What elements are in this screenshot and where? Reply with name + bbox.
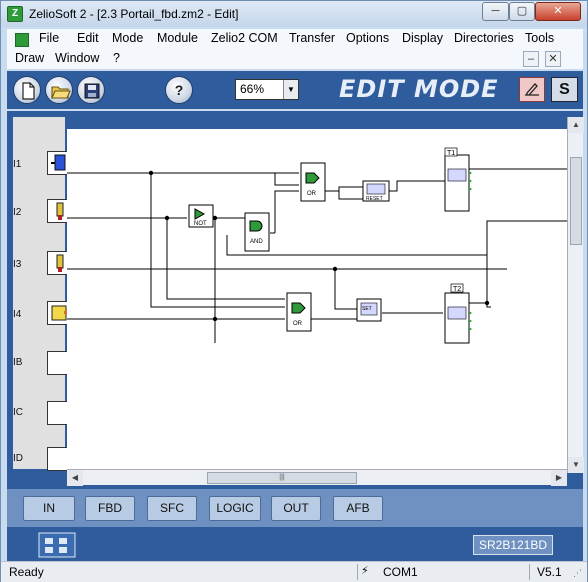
menu-mode[interactable]: Mode <box>112 31 143 45</box>
tab-logic[interactable]: LOGIC <box>209 496 261 521</box>
mdi-close-button[interactable]: ✕ <box>545 51 561 67</box>
input-label-ib: IB <box>13 357 23 368</box>
document-icon[interactable] <box>15 33 29 47</box>
tab-afb[interactable]: AFB <box>333 496 383 521</box>
scroll-up-icon[interactable]: ▲ <box>568 117 584 133</box>
minimize-button[interactable]: ─ <box>482 2 509 21</box>
not-block[interactable]: NOT <box>188 204 214 228</box>
and-block[interactable]: AND <box>244 212 270 252</box>
menu-bar: File Edit Mode Module Zelio2 COM Transfe… <box>7 29 583 69</box>
menu-display[interactable]: Display <box>402 31 443 45</box>
menu-help[interactable]: ? <box>113 51 120 65</box>
resize-grip-icon[interactable]: ⋰ <box>573 568 582 579</box>
vertical-scroll-thumb[interactable] <box>570 157 582 245</box>
menu-directories[interactable]: Directories <box>454 31 514 45</box>
set-block-label: SET <box>362 306 372 312</box>
edit-mode-icon[interactable] <box>519 77 545 102</box>
connection-plug-icon: ⚡ <box>361 565 369 577</box>
module-reference: SR2B121BD <box>473 535 553 555</box>
input-column: I1 I2 I3 I4 IB IC ID <box>13 117 73 471</box>
horizontal-scrollbar[interactable]: ◀ ||| ▶ <box>67 469 567 486</box>
input-label-i2: I2 <box>13 207 22 218</box>
mdi-minimize-button[interactable]: – <box>523 51 539 67</box>
module-strip: SR2B121BD <box>7 527 583 561</box>
timer-block-t1[interactable]: T1 <box>444 147 472 212</box>
fbd-canvas[interactable]: OR NOT AND RESET T1 OR SET T2 <box>67 129 567 469</box>
or-block-1[interactable]: OR <box>300 162 326 202</box>
scroll-down-icon[interactable]: ▼ <box>568 457 584 473</box>
scroll-right-icon[interactable]: ▶ <box>551 470 567 486</box>
tab-out[interactable]: OUT <box>271 496 321 521</box>
menu-transfer[interactable]: Transfer <box>289 31 335 45</box>
not-block-label: NOT <box>194 221 207 227</box>
or-block-2-label: OR <box>293 321 303 327</box>
open-button[interactable] <box>45 76 73 104</box>
status-divider <box>529 564 530 580</box>
toolbar: ? 66% ▼ EDIT MODE S <box>7 71 583 109</box>
menu-options[interactable]: Options <box>346 31 389 45</box>
help-button[interactable]: ? <box>165 76 193 104</box>
scroll-left-icon[interactable]: ◀ <box>67 470 83 486</box>
and-block-label: AND <box>250 239 263 245</box>
chevron-down-icon[interactable]: ▼ <box>283 80 298 99</box>
help-icon: ? <box>174 82 184 98</box>
menu-window[interactable]: Window <box>55 51 99 65</box>
reset-block-label: RESET <box>366 196 383 202</box>
zeliosoft-app-icon[interactable]: Z <box>7 6 23 22</box>
status-bar: Ready ⚡ COM1 V5.1 ⋰ <box>1 561 587 582</box>
input-label-ic: IC <box>13 407 23 418</box>
menu-zelio2-com[interactable]: Zelio2 COM <box>211 31 278 45</box>
horizontal-scroll-thumb[interactable]: ||| <box>207 472 357 484</box>
zoom-select[interactable]: 66% ▼ <box>235 79 299 100</box>
input-label-i4: I4 <box>13 309 22 320</box>
menu-file[interactable]: File <box>39 31 59 45</box>
status-divider <box>357 564 358 580</box>
save-button[interactable] <box>77 76 105 104</box>
save-disk-icon <box>84 83 100 99</box>
new-document-button[interactable] <box>13 76 41 104</box>
timer-t2-label: T2 <box>453 286 461 293</box>
tab-in[interactable]: IN <box>23 496 75 521</box>
input-label-id: ID <box>13 453 23 464</box>
tab-sfc[interactable]: SFC <box>147 496 197 521</box>
menu-edit[interactable]: Edit <box>77 31 99 45</box>
mode-label: EDIT MODE <box>339 75 499 103</box>
input-label-i3: I3 <box>13 259 22 270</box>
fbd-diagram[interactable]: OR NOT AND RESET T1 OR SET T2 <box>67 129 567 469</box>
application-window: Z ZelioSoft 2 - [2.3 Portail_fbd.zm2 - E… <box>0 0 588 582</box>
new-document-icon <box>22 82 35 100</box>
menu-module[interactable]: Module <box>157 31 198 45</box>
menu-tools[interactable]: Tools <box>525 31 554 45</box>
open-folder-icon <box>51 86 71 99</box>
module-config-icon[interactable] <box>37 531 77 559</box>
menu-draw[interactable]: Draw <box>15 51 44 65</box>
or-block-2[interactable]: OR <box>286 292 312 332</box>
input-label-i1: I1 <box>13 159 22 170</box>
set-block[interactable]: SET <box>356 298 382 322</box>
tab-fbd[interactable]: FBD <box>85 496 135 521</box>
status-version: V5.1 <box>537 565 562 579</box>
vertical-scrollbar[interactable]: ▲ ▼ <box>567 117 584 473</box>
timer-block-t2[interactable]: T2 <box>444 283 472 344</box>
simulation-mode-button[interactable]: S <box>551 77 578 102</box>
or-block-1-label: OR <box>307 191 317 197</box>
status-ready: Ready <box>9 565 44 579</box>
timer-t1-label: T1 <box>447 150 455 157</box>
status-com-port: COM1 <box>383 565 418 579</box>
title-bar[interactable]: Z ZelioSoft 2 - [2.3 Portail_fbd.zm2 - E… <box>1 1 587 27</box>
maximize-button[interactable]: ▢ <box>509 2 535 21</box>
window-title: ZelioSoft 2 - [2.3 Portail_fbd.zm2 - Edi… <box>29 7 239 21</box>
zoom-value: 66% <box>240 82 265 96</box>
function-tab-bar: IN FBD SFC LOGIC OUT AFB <box>7 489 583 527</box>
close-button[interactable]: ✕ <box>535 2 581 21</box>
reset-block[interactable]: RESET <box>362 180 390 202</box>
fbd-editor: I1 I2 I3 I4 IB IC ID OR NOT AND RESET T1… <box>7 111 584 489</box>
